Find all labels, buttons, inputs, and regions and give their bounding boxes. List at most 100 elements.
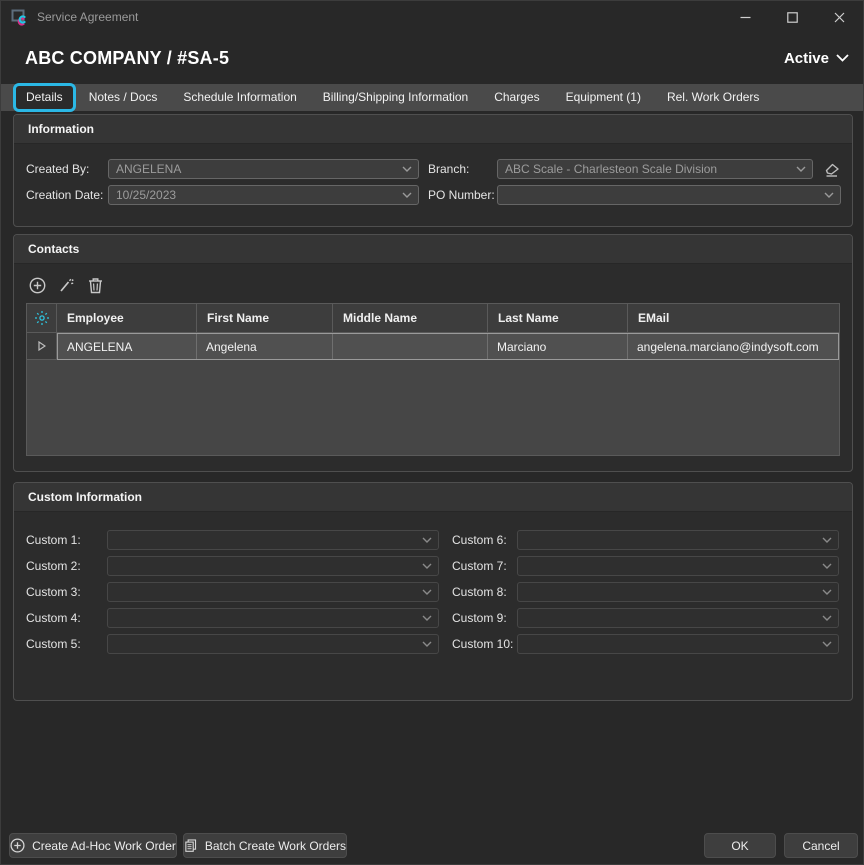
created-by-select[interactable]: ANGELENA <box>108 159 419 179</box>
custom-6-select[interactable] <box>517 530 839 550</box>
custom-9-select[interactable] <box>517 608 839 628</box>
chevron-down-icon <box>422 615 432 621</box>
custom-2-label: Custom 2: <box>26 556 81 576</box>
close-icon <box>834 12 845 23</box>
tab-notes-docs[interactable]: Notes / Docs <box>76 84 171 111</box>
custom-10-select[interactable] <box>517 634 839 654</box>
batch-create-work-orders-button[interactable]: Batch Create Work Orders <box>183 833 347 858</box>
custom-3-select[interactable] <box>107 582 439 602</box>
trash-icon <box>88 277 103 294</box>
branch-select[interactable]: ABC Scale - Charlesteon Scale Division <box>497 159 813 179</box>
chevron-down-icon <box>822 615 832 621</box>
cancel-label: Cancel <box>802 839 839 853</box>
chevron-down-icon <box>822 641 832 647</box>
cell-email[interactable]: angelena.marciano@indysoft.com <box>628 334 838 359</box>
tab-details[interactable]: Details <box>13 83 76 112</box>
auto-add-contact-button[interactable] <box>57 276 76 295</box>
tab-billing-shipping-information[interactable]: Billing/Shipping Information <box>310 84 481 111</box>
window-controls <box>722 1 863 33</box>
tab-bar: Details Notes / Docs Schedule Informatio… <box>1 84 863 111</box>
contacts-table-header: Employee First Name Middle Name Last Nam… <box>27 304 839 333</box>
custom-8-select[interactable] <box>517 582 839 602</box>
custom-8-label: Custom 8: <box>452 582 507 602</box>
custom-7-label: Custom 7: <box>452 556 507 576</box>
custom-1-label: Custom 1: <box>26 530 81 550</box>
contacts-toolbar <box>28 276 105 295</box>
chevron-down-icon <box>402 166 412 172</box>
information-section-title: Information <box>14 115 852 144</box>
column-header-last-name[interactable]: Last Name <box>488 304 628 332</box>
custom-10-label: Custom 10: <box>452 634 513 654</box>
custom-5-label: Custom 5: <box>26 634 81 654</box>
custom-7-select[interactable] <box>517 556 839 576</box>
branch-value: ABC Scale - Charlesteon Scale Division <box>498 162 796 176</box>
titlebar: Service Agreement <box>1 1 863 33</box>
chevron-down-icon <box>824 192 834 198</box>
table-row[interactable]: ANGELENA Angelena Marciano angelena.marc… <box>27 333 839 360</box>
window-title: Service Agreement <box>37 10 138 24</box>
creation-date-select[interactable]: 10/25/2023 <box>108 185 419 205</box>
table-row-cells: ANGELENA Angelena Marciano angelena.marc… <box>57 333 839 360</box>
documents-icon <box>184 838 198 853</box>
chevron-down-icon <box>796 166 806 172</box>
contacts-table: Employee First Name Middle Name Last Nam… <box>26 303 840 456</box>
custom-information-section-title: Custom Information <box>14 483 852 512</box>
status-label: Active <box>784 50 829 67</box>
created-by-value: ANGELENA <box>109 162 402 176</box>
app-logo-icon <box>11 9 29 26</box>
close-button[interactable] <box>816 1 863 33</box>
status-dropdown[interactable]: Active <box>784 50 849 67</box>
custom-information-section: Custom Information Custom 1: Custom 2: C… <box>13 482 853 701</box>
po-number-label: PO Number: <box>428 185 495 205</box>
grid-options-button[interactable] <box>27 304 57 332</box>
branch-label: Branch: <box>428 159 469 179</box>
custom-4-select[interactable] <box>107 608 439 628</box>
tab-equipment[interactable]: Equipment (1) <box>553 84 654 111</box>
cell-employee[interactable]: ANGELENA <box>58 334 197 359</box>
batch-create-work-orders-label: Batch Create Work Orders <box>205 839 346 853</box>
cancel-button[interactable]: Cancel <box>784 833 858 858</box>
record-header: ABC COMPANY / #SA-5 Active <box>25 39 849 77</box>
contacts-section: Contacts <box>13 234 853 472</box>
row-indicator[interactable] <box>27 333 57 360</box>
cell-middle-name[interactable] <box>333 334 488 359</box>
tab-rel-work-orders[interactable]: Rel. Work Orders <box>654 84 772 111</box>
custom-9-label: Custom 9: <box>452 608 507 628</box>
ok-label: OK <box>731 839 748 853</box>
column-header-first-name[interactable]: First Name <box>197 304 333 332</box>
add-contact-button[interactable] <box>28 276 47 295</box>
chevron-down-icon <box>822 537 832 543</box>
information-section: Information Created By: ANGELENA Branch:… <box>13 114 853 227</box>
custom-1-select[interactable] <box>107 530 439 550</box>
cell-last-name[interactable]: Marciano <box>488 334 628 359</box>
delete-contact-button[interactable] <box>86 276 105 295</box>
cell-first-name[interactable]: Angelena <box>197 334 333 359</box>
create-adhoc-work-order-label: Create Ad-Hoc Work Order <box>32 839 176 853</box>
custom-3-label: Custom 3: <box>26 582 81 602</box>
po-number-select[interactable] <box>497 185 841 205</box>
tab-schedule-information[interactable]: Schedule Information <box>170 84 309 111</box>
custom-6-label: Custom 6: <box>452 530 507 550</box>
creation-date-label: Creation Date: <box>26 185 103 205</box>
tab-charges[interactable]: Charges <box>481 84 552 111</box>
custom-5-select[interactable] <box>107 634 439 654</box>
creation-date-value: 10/25/2023 <box>109 188 402 202</box>
ok-button[interactable]: OK <box>704 833 776 858</box>
column-header-middle-name[interactable]: Middle Name <box>333 304 488 332</box>
magic-wand-icon <box>58 277 75 294</box>
column-header-email[interactable]: EMail <box>628 304 839 332</box>
page-title: ABC COMPANY / #SA-5 <box>25 48 229 69</box>
maximize-button[interactable] <box>769 1 816 33</box>
custom-2-select[interactable] <box>107 556 439 576</box>
minimize-button[interactable] <box>722 1 769 33</box>
chevron-down-icon <box>422 641 432 647</box>
chevron-down-icon <box>836 54 849 62</box>
clear-branch-button[interactable] <box>820 159 844 179</box>
chevron-down-icon <box>422 563 432 569</box>
create-adhoc-work-order-button[interactable]: Create Ad-Hoc Work Order <box>9 833 177 858</box>
eraser-icon <box>822 161 842 178</box>
minimize-icon <box>740 12 751 23</box>
created-by-label: Created By: <box>26 159 89 179</box>
column-header-employee[interactable]: Employee <box>57 304 197 332</box>
service-agreement-window: Service Agreement ABC COMPANY / #SA-5 Ac… <box>0 0 864 865</box>
